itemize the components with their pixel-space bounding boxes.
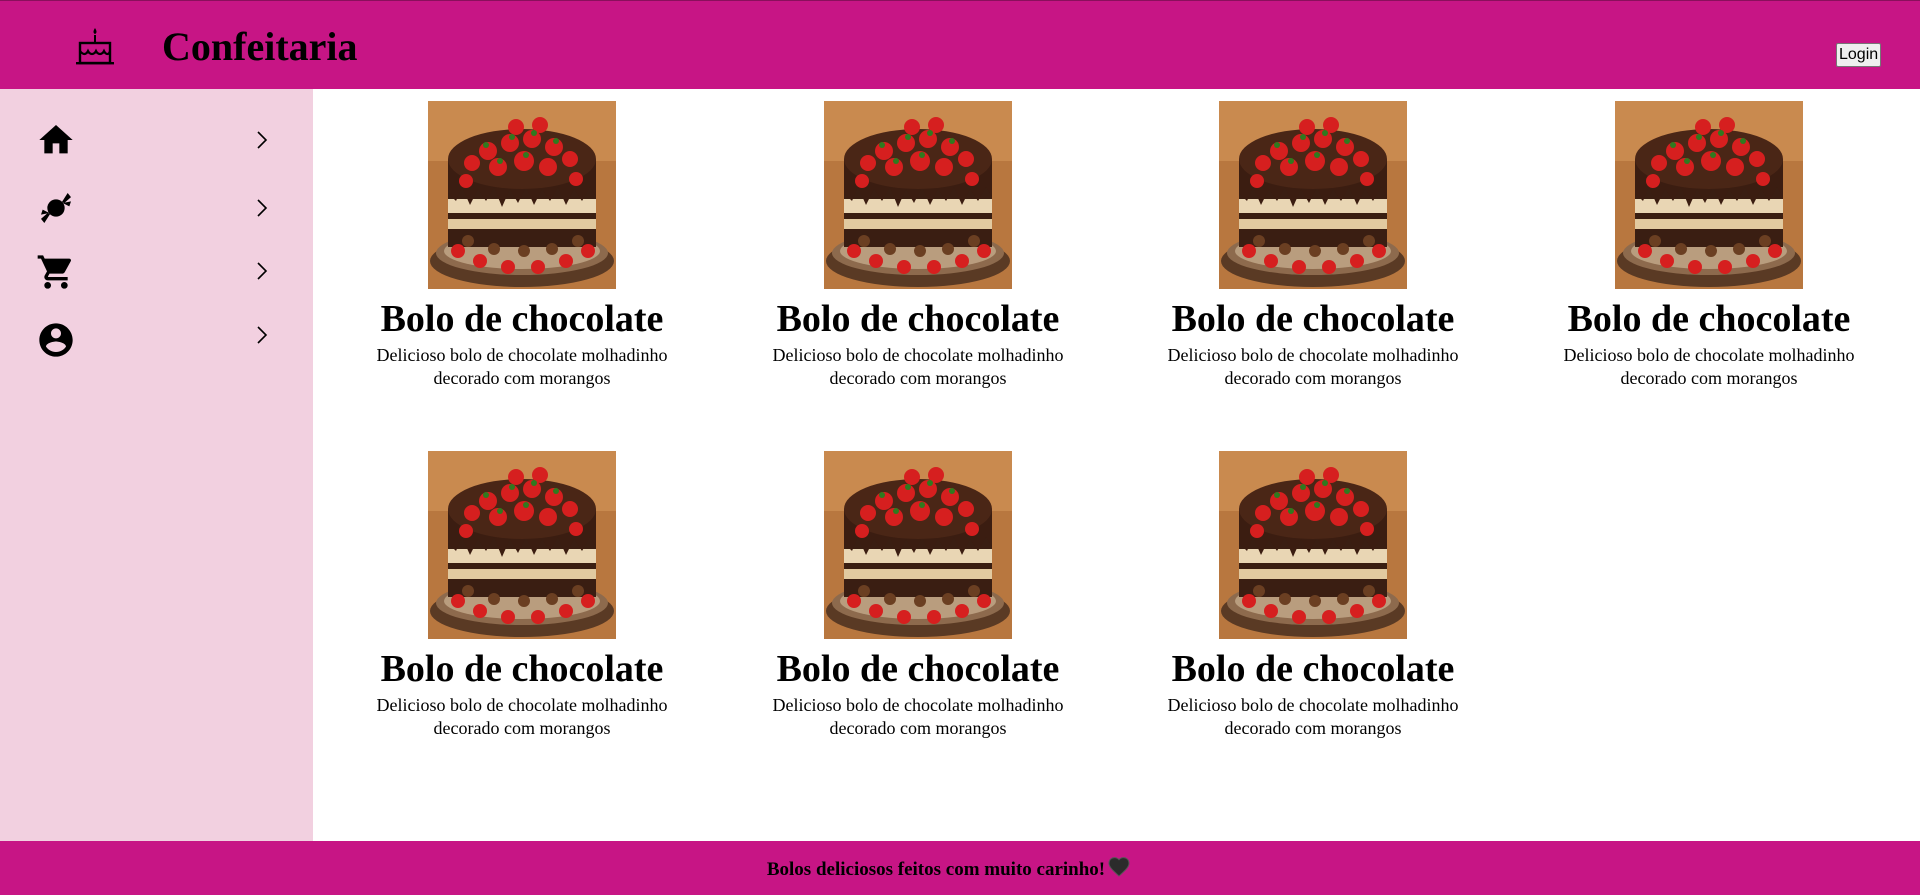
chevron-right-icon bbox=[254, 324, 270, 346]
chevron-right-icon bbox=[254, 129, 270, 151]
chocolate-cake-image bbox=[1219, 101, 1407, 289]
product-description: Delicioso bolo de chocolate molhadinho d… bbox=[376, 695, 668, 738]
product-card[interactable]: Bolo de chocolate Delicioso bolo de choc… bbox=[337, 451, 707, 740]
cake-icon bbox=[76, 28, 114, 65]
product-description: Delicioso bolo de chocolate molhadinho d… bbox=[772, 695, 1064, 738]
product-name: Bolo de chocolate bbox=[380, 298, 664, 340]
shopping-cart-icon bbox=[37, 255, 72, 289]
app-title: Confeitaria bbox=[162, 24, 358, 69]
product-name: Bolo de chocolate bbox=[1171, 648, 1455, 690]
sidebar bbox=[0, 89, 313, 841]
sidebar-item-cart[interactable] bbox=[0, 252, 313, 308]
login-button[interactable]: Login bbox=[1836, 43, 1881, 67]
product-name: Bolo de chocolate bbox=[380, 648, 664, 690]
footer-message-text: Bolos deliciosos feitos com muito carinh… bbox=[766, 859, 1106, 880]
product-description: Delicioso bolo de chocolate molhadinho d… bbox=[1167, 345, 1459, 388]
chocolate-cake-image bbox=[1219, 451, 1407, 639]
black-heart-icon bbox=[1108, 857, 1130, 877]
product-card[interactable]: Bolo de chocolate Delicioso bolo de choc… bbox=[733, 101, 1103, 390]
chocolate-cake-image bbox=[428, 451, 616, 639]
chocolate-cake-image bbox=[824, 101, 1012, 289]
product-card[interactable]: Bolo de chocolate Delicioso bolo de choc… bbox=[1128, 101, 1498, 390]
product-card[interactable]: Bolo de chocolate Delicioso bolo de choc… bbox=[337, 101, 707, 390]
product-description: Delicioso bolo de chocolate molhadinho d… bbox=[1563, 345, 1855, 388]
sidebar-item-candy[interactable] bbox=[0, 188, 313, 244]
candy-icon bbox=[41, 193, 71, 223]
app-footer: Bolos deliciosos feitos com muito carinh… bbox=[0, 841, 1920, 895]
chevron-right-icon bbox=[254, 197, 270, 219]
product-card[interactable]: Bolo de chocolate Delicioso bolo de choc… bbox=[733, 451, 1103, 740]
product-name: Bolo de chocolate bbox=[776, 648, 1060, 690]
chocolate-cake-image bbox=[824, 451, 1012, 639]
app-header: Confeitaria Login bbox=[0, 0, 1920, 89]
sidebar-item-account[interactable] bbox=[0, 320, 313, 376]
product-name: Bolo de chocolate bbox=[1567, 298, 1851, 340]
footer-message: Bolos deliciosos feitos com muito carinh… bbox=[767, 855, 1131, 883]
product-card[interactable]: Bolo de chocolate Delicioso bolo de choc… bbox=[1128, 451, 1498, 740]
product-description: Delicioso bolo de chocolate molhadinho d… bbox=[1167, 695, 1459, 738]
account-circle-icon bbox=[39, 323, 73, 357]
product-card[interactable]: Bolo de chocolate Delicioso bolo de choc… bbox=[1524, 101, 1894, 390]
product-description: Delicioso bolo de chocolate molhadinho d… bbox=[376, 345, 668, 388]
home-icon bbox=[39, 125, 73, 154]
sidebar-item-home[interactable] bbox=[0, 120, 313, 176]
chocolate-cake-image bbox=[428, 101, 616, 289]
chevron-right-icon bbox=[254, 260, 270, 282]
product-name: Bolo de chocolate bbox=[776, 298, 1060, 340]
product-grid: Bolo de chocolate Delicioso bolo de choc… bbox=[313, 89, 1920, 841]
product-name: Bolo de chocolate bbox=[1171, 298, 1455, 340]
chocolate-cake-image bbox=[1615, 101, 1803, 289]
product-description: Delicioso bolo de chocolate molhadinho d… bbox=[772, 345, 1064, 388]
